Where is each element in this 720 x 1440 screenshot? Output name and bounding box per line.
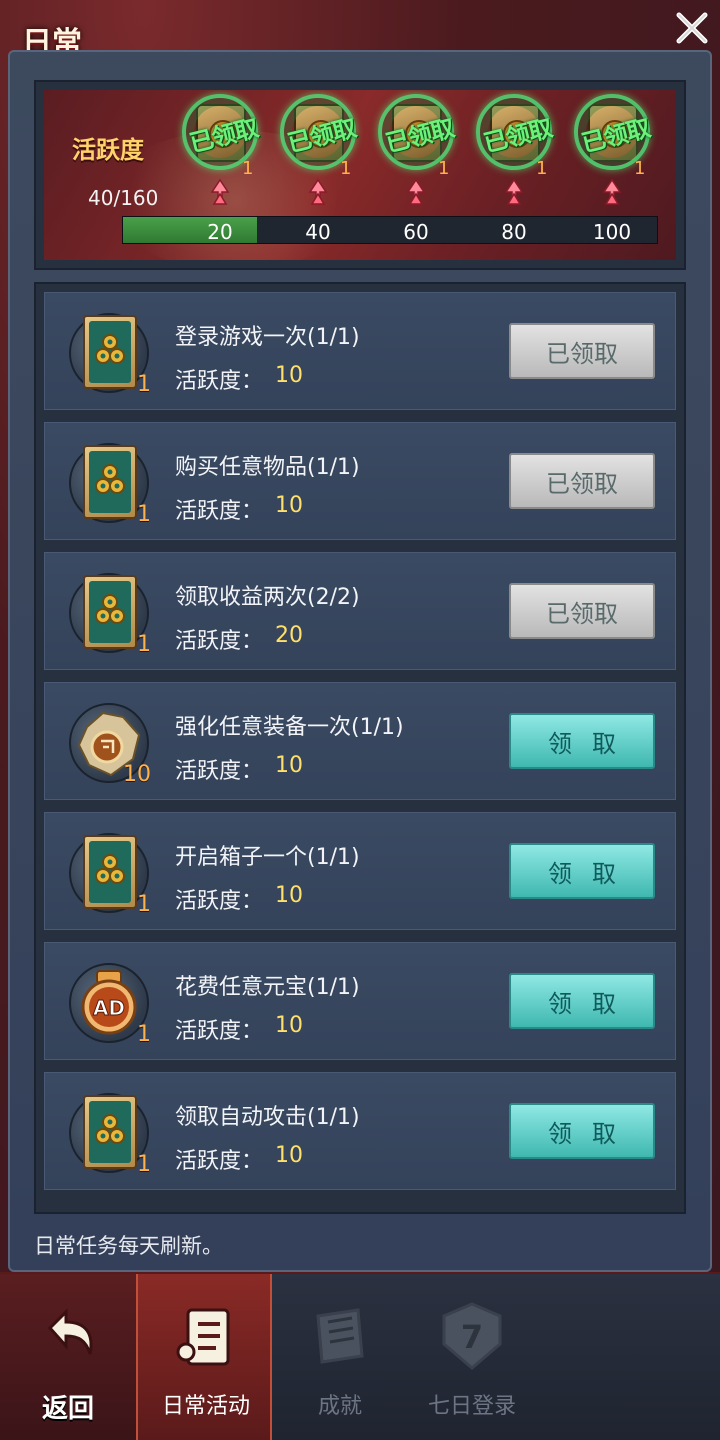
claim-button[interactable]: 领取 (509, 1103, 655, 1159)
activity-points-value: 10 (275, 753, 303, 778)
activity-label: 活跃度 (72, 135, 144, 164)
back-button[interactable]: 返回 (0, 1274, 136, 1440)
reward-qty: 10 (123, 762, 151, 787)
talisman-icon (83, 575, 137, 649)
milestone-reward[interactable]: 已领取 1 80 (474, 94, 554, 244)
task-title: 强化任意装备一次(1/1) (175, 715, 404, 740)
talisman-icon (83, 315, 137, 389)
activity-points-value: 10 (275, 1143, 303, 1168)
activity-points-label: 活跃度： (175, 1149, 264, 1174)
milestone-qty: 1 (242, 158, 254, 179)
return-arrow-icon (47, 1308, 93, 1355)
claim-button[interactable]: 领取 (509, 973, 655, 1029)
milestone-qty: 1 (340, 158, 352, 179)
activity-points-label: 活跃度： (175, 1019, 264, 1044)
milestone-marker-icon (504, 178, 524, 205)
task-title: 花费任意元宝(1/1) (175, 975, 360, 1000)
claimed-button[interactable]: 已领取 (509, 583, 655, 639)
milestone-marker-icon (602, 178, 622, 205)
milestone-value: 80 (501, 220, 527, 244)
milestone-marker-icon (406, 178, 426, 205)
reward-qty: 1 (137, 1022, 151, 1047)
talisman-icon (83, 445, 137, 519)
milestone-qty: 1 (634, 158, 646, 179)
activity-points-value: 10 (275, 363, 303, 388)
reward-item[interactable]: AD 1 (69, 963, 153, 1047)
task-title: 领取自动攻击(1/1) (175, 1105, 360, 1130)
back-label: 返回 (41, 1394, 94, 1424)
claimed-button[interactable]: 已领取 (509, 323, 655, 379)
close-button[interactable] (670, 6, 714, 50)
claimed-button[interactable]: 已领取 (509, 453, 655, 509)
activity-count: 40/160 (88, 186, 159, 210)
tab-seven-day-login[interactable]: 7 七日登录 (404, 1274, 540, 1440)
scroll-icon (176, 1308, 230, 1366)
reward-qty: 1 (137, 372, 151, 397)
activity-points-value: 20 (275, 623, 303, 648)
task-title: 购买任意物品(1/1) (175, 455, 360, 480)
milestone-reward[interactable]: 已领取 1 40 (278, 94, 358, 244)
activity-points-label: 活跃度： (175, 629, 264, 654)
milestone-value: 20 (207, 220, 233, 244)
activity-points-label: 活跃度： (175, 499, 264, 524)
task-row: AD 1 花费任意元宝(1/1) 活跃度： 10 领取 (44, 942, 676, 1060)
activity-points-value: 10 (275, 1013, 303, 1038)
reward-qty: 1 (137, 1152, 151, 1177)
milestone-marker-icon (308, 178, 328, 205)
seven-day-badge-number: 7 (461, 1318, 483, 1356)
milestone-value: 40 (305, 220, 331, 244)
talisman-icon (83, 835, 137, 909)
milestone-qty: 1 (438, 158, 450, 179)
reward-qty: 1 (137, 892, 151, 917)
svg-text:AD: AD (93, 996, 125, 1020)
reward-item[interactable]: 10 (69, 703, 153, 787)
milestone-reward[interactable]: 已领取 1 60 (376, 94, 456, 244)
reward-item[interactable]: 1 (69, 1093, 153, 1177)
activity-points-label: 活跃度： (175, 759, 264, 784)
daily-activities-label: 日常活动 (161, 1394, 250, 1419)
tab-daily-activities[interactable]: 日常活动 (136, 1274, 272, 1440)
activity-box: 活跃度 40/160 已领取 1 20 已领取 1 40 已领取 1 60 已领取 1 80 已领取 1 1… (34, 80, 686, 270)
achievements-label: 成就 (317, 1394, 362, 1419)
milestone-qty: 1 (536, 158, 548, 179)
reward-item[interactable]: 1 (69, 573, 153, 657)
task-list[interactable]: 1 登录游戏一次(1/1) 活跃度： 10 已领取 1 购买任意物品(1/1) 活跃度： 10 已… (34, 282, 686, 1214)
milestone-value: 60 (403, 220, 429, 244)
close-icon (676, 12, 708, 44)
reward-item[interactable]: 1 (69, 833, 153, 917)
activity-banner: 活跃度 40/160 已领取 1 20 已领取 1 40 已领取 1 60 已领取 1 80 已领取 1 1… (44, 90, 676, 260)
refresh-note: 日常任务每天刷新。 (34, 1234, 223, 1258)
bottom-nav: 返回 日常活动 成就 7 七日登录 (0, 1272, 720, 1440)
task-row: 1 购买任意物品(1/1) 活跃度： 10 已领取 (44, 422, 676, 540)
milestone-value: 100 (592, 220, 632, 244)
task-title: 领取收益两次(2/2) (175, 585, 360, 610)
activity-points-label: 活跃度： (175, 369, 264, 394)
milestone-reward[interactable]: 已领取 1 100 (572, 94, 652, 244)
seven-day-login-label: 七日登录 (427, 1394, 516, 1419)
task-title: 开启箱子一个(1/1) (175, 845, 360, 870)
task-row: 1 登录游戏一次(1/1) 活跃度： 10 已领取 (44, 292, 676, 410)
scroll-book-icon (316, 1308, 364, 1364)
activity-points-value: 10 (275, 493, 303, 518)
tab-achievements[interactable]: 成就 (272, 1274, 408, 1440)
task-row: 1 领取自动攻击(1/1) 活跃度： 10 领取 (44, 1072, 676, 1190)
reward-item[interactable]: 1 (69, 443, 153, 527)
talisman-icon (83, 1095, 137, 1169)
milestone-reward[interactable]: 已领取 1 20 (180, 94, 260, 244)
reward-qty: 1 (137, 502, 151, 527)
reward-item[interactable]: 1 (69, 313, 153, 397)
seven-day-badge-icon: 7 (442, 1302, 502, 1370)
activity-points-value: 10 (275, 883, 303, 908)
reward-qty: 1 (137, 632, 151, 657)
task-row: 1 领取收益两次(2/2) 活跃度： 20 已领取 (44, 552, 676, 670)
task-row: 1 开启箱子一个(1/1) 活跃度： 10 领取 (44, 812, 676, 930)
activity-points-label: 活跃度： (175, 889, 264, 914)
claim-button[interactable]: 领取 (509, 843, 655, 899)
ad-badge-icon: AD (81, 970, 137, 1035)
task-title: 登录游戏一次(1/1) (175, 325, 360, 350)
claim-button[interactable]: 领取 (509, 713, 655, 769)
milestone-marker-icon (210, 178, 230, 205)
task-row: 10 强化任意装备一次(1/1) 活跃度： 10 领取 (44, 682, 676, 800)
